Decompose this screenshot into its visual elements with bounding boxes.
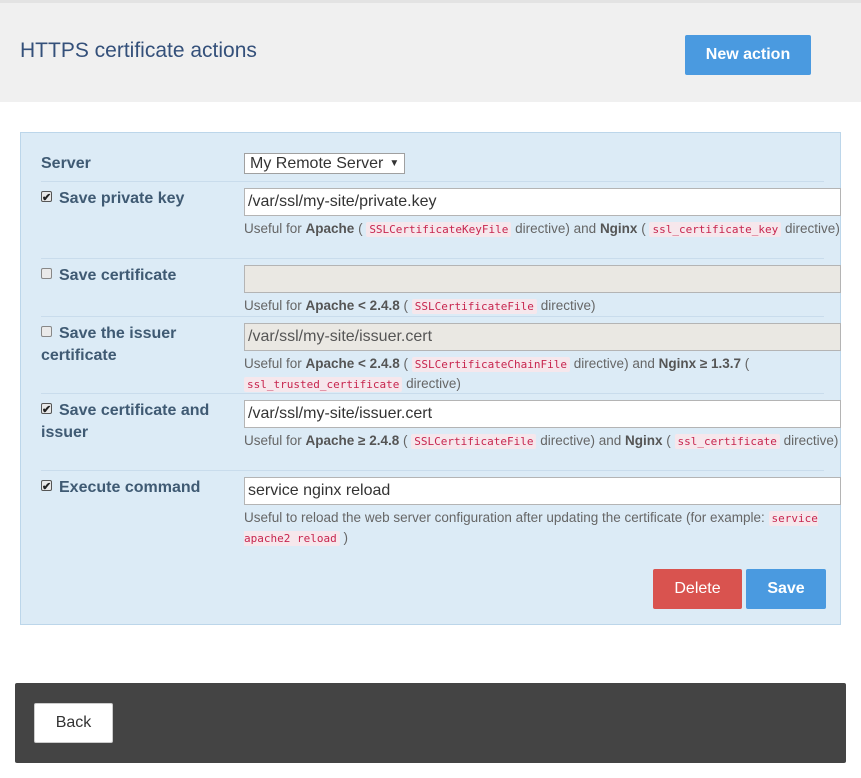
certificate-and-issuer-path-input[interactable]: /var/ssl/my-site/issuer.cert (244, 400, 841, 428)
save-button[interactable]: Save (746, 569, 826, 609)
back-button[interactable]: Back (34, 703, 113, 743)
save-certificate-and-issuer-label: Save certificate and issuer (41, 402, 210, 441)
server-row: Server My Remote Server ▼ (41, 149, 824, 182)
save-certificate-and-issuer-checkbox[interactable] (41, 399, 52, 421)
issuer-certificate-help: Useful for Apache < 2.4.8 ( SSLCertifica… (244, 356, 750, 392)
delete-button[interactable]: Delete (653, 569, 742, 609)
execute-command-row: Execute command service nginx reload Use… (41, 470, 841, 548)
save-private-key-checkbox[interactable] (41, 187, 52, 209)
private-key-help: Useful for Apache ( SSLCertificateKeyFil… (244, 221, 840, 237)
save-certificate-row: Save certificate Useful for Apache < 2.4… (41, 258, 841, 317)
command-help: Useful to reload the web server configur… (244, 510, 818, 546)
footer-bar: Back (15, 683, 846, 763)
save-issuer-certificate-row: Save the issuer certificate /var/ssl/my-… (41, 316, 841, 394)
save-private-key-label: Save private key (59, 190, 185, 207)
save-certificate-and-issuer-row: Save certificate and issuer /var/ssl/my-… (41, 393, 841, 471)
certificate-and-issuer-help: Useful for Apache ≥ 2.4.8 ( SSLCertifica… (244, 433, 839, 449)
server-label: Server (41, 155, 91, 172)
private-key-path-input[interactable]: /var/ssl/my-site/private.key (244, 188, 841, 216)
command-input[interactable]: service nginx reload (244, 477, 841, 505)
save-issuer-certificate-checkbox[interactable] (41, 326, 52, 337)
page-header: HTTPS certificate actions New action (0, 0, 861, 102)
new-action-button[interactable]: New action (685, 35, 811, 75)
execute-command-label: Execute command (59, 479, 201, 496)
server-select-value: My Remote Server (250, 154, 384, 172)
certificate-help: Useful for Apache < 2.4.8 ( SSLCertifica… (244, 298, 596, 314)
page-title: HTTPS certificate actions (20, 39, 257, 62)
save-certificate-checkbox[interactable] (41, 268, 52, 279)
server-select[interactable]: My Remote Server ▼ (244, 153, 406, 174)
issuer-certificate-path-input[interactable]: /var/ssl/my-site/issuer.cert (244, 323, 841, 351)
save-certificate-label: Save certificate (59, 267, 177, 284)
certificate-path-input[interactable] (244, 265, 841, 293)
save-private-key-row: Save private key /var/ssl/my-site/privat… (41, 181, 841, 259)
execute-command-checkbox[interactable] (41, 476, 52, 498)
dropdown-arrow-icon: ▼ (389, 158, 400, 169)
action-form-panel: Server My Remote Server ▼ Save private k… (20, 132, 841, 625)
save-issuer-certificate-label: Save the issuer certificate (41, 325, 177, 364)
